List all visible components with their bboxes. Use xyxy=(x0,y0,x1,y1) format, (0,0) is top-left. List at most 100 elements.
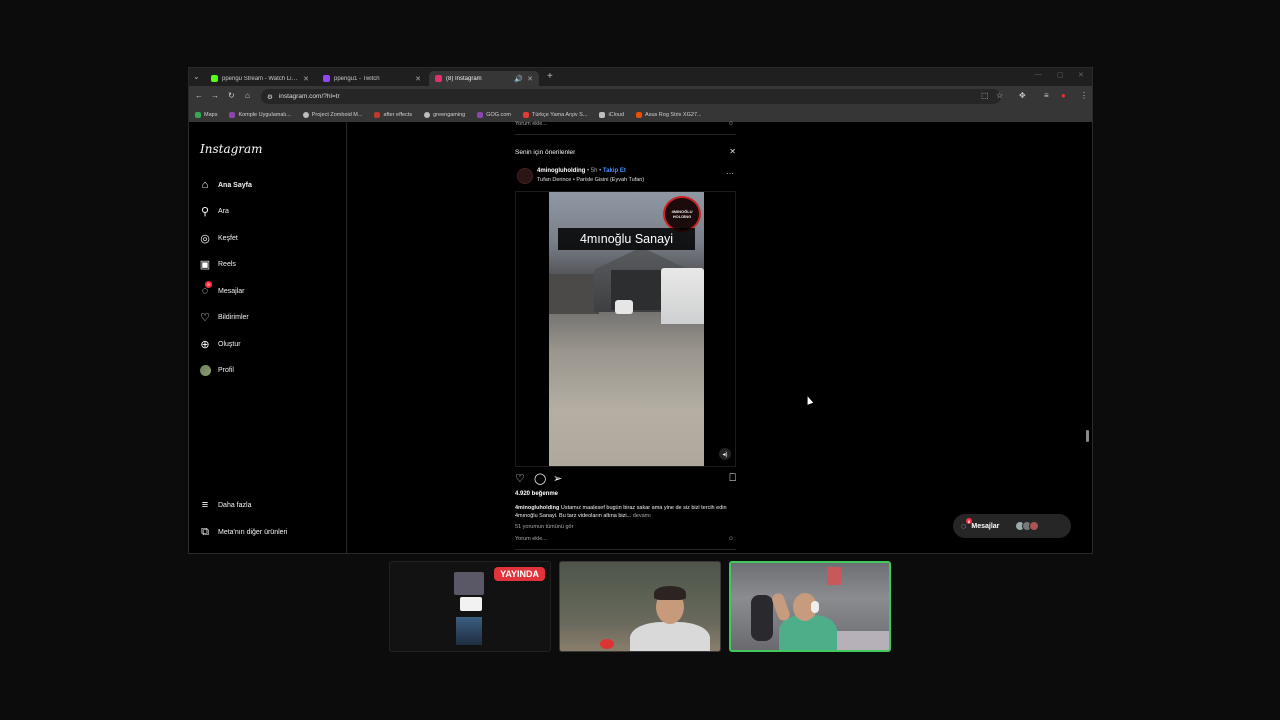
maximize-icon[interactable]: ▢ xyxy=(1057,71,1064,79)
preview-window xyxy=(456,617,482,645)
bookmark-item[interactable]: Asus Rog Strix XG27... xyxy=(636,111,702,118)
minimize-icon[interactable]: — xyxy=(1035,71,1042,78)
mute-icon[interactable]: ◂) xyxy=(719,448,731,460)
avatar xyxy=(1029,521,1040,531)
close-icon[interactable]: ✕ xyxy=(527,75,533,83)
gog-icon xyxy=(477,111,484,118)
caption-more-link[interactable]: devamı xyxy=(633,513,651,519)
messages-pill-label: Mesajlar xyxy=(971,522,1000,530)
close-icon[interactable]: ✕ xyxy=(415,75,421,83)
home-icon: ⌂ xyxy=(201,179,209,191)
like-heart-icon[interactable]: ♡ xyxy=(515,472,525,485)
address-bar[interactable]: ⚙ instagram.com/?hl=tr xyxy=(261,89,1001,104)
kick-favicon-icon xyxy=(211,75,218,82)
more-options-icon[interactable]: ··· xyxy=(726,169,734,178)
bookmark-item[interactable]: Komple Uygulamalı... xyxy=(229,111,291,118)
sidebar-item-label: Profil xyxy=(218,366,234,374)
instagram-logo[interactable]: Instagram xyxy=(200,142,263,156)
bookmark-item[interactable]: Türkçe Yama Arşiv S... xyxy=(523,111,587,118)
messages-pill-button[interactable]: ◌ 8 Mesajlar xyxy=(953,514,1071,538)
comment-input[interactable]: Yorum ekle... xyxy=(515,536,547,542)
sidebar-item-profile[interactable]: Profil xyxy=(199,363,234,377)
comment-icon[interactable]: ◯ xyxy=(534,472,546,485)
notification-badge: 8 xyxy=(966,518,972,524)
profile-icon[interactable]: ● xyxy=(1061,91,1066,100)
close-window-icon[interactable]: ✕ xyxy=(1078,71,1084,79)
emoji-icon[interactable]: ☺ xyxy=(728,536,734,542)
webcam-person xyxy=(630,622,710,651)
emoji-icon[interactable]: ☺ xyxy=(728,121,734,127)
bookmark-item[interactable]: Maps xyxy=(195,111,217,118)
media-control-icon[interactable]: ≡ xyxy=(1044,91,1049,100)
post-header: 4minogluholding • 5h • Takip Et xyxy=(537,168,626,174)
post-media[interactable]: 4MINOĞLU HOLDİNG 4mınoğlu Sanayi ◂) xyxy=(515,191,736,467)
sidebar-item-notifications[interactable]: ♡ Bildirimler xyxy=(199,310,249,324)
bookmark-star-icon[interactable]: ☆ xyxy=(996,91,1003,100)
feed: Yorum ekle... ☺ Senin için önerilenler ✕… xyxy=(515,121,736,553)
comment-input-previous[interactable]: Yorum ekle... xyxy=(515,121,547,127)
sidebar-item-label: Oluştur xyxy=(218,340,241,348)
like-count[interactable]: 4.920 beğenme xyxy=(515,491,558,497)
instagram-sidebar: Instagram ⌂ Ana Sayfa ⚲ Ara ◎ Keşfet ▣ R… xyxy=(189,122,347,553)
video-scene xyxy=(549,274,599,314)
install-app-icon[interactable]: ⬚ xyxy=(981,91,989,100)
bookmark-item[interactable]: Project Zomboid M... xyxy=(302,111,362,118)
post-caption: 4minogluholding Ustamız maalesef bugün b… xyxy=(515,504,736,520)
heart-icon: ♡ xyxy=(200,311,210,324)
instagram-favicon-icon xyxy=(435,75,442,82)
sidebar-item-label: Ana Sayfa xyxy=(218,181,252,189)
bookmark-item[interactable]: GOG.com xyxy=(477,111,511,118)
sidebar-item-label: Reels xyxy=(218,260,236,268)
share-icon[interactable]: ➢ xyxy=(553,472,562,485)
bookmark-label: after effects xyxy=(383,111,413,118)
video-scene xyxy=(661,268,704,324)
site-info-icon[interactable]: ⚙ xyxy=(267,93,273,101)
forward-icon[interactable]: → xyxy=(211,91,219,100)
bookmark-item[interactable]: iCloud xyxy=(599,111,624,118)
bookmark-item[interactable]: after effects xyxy=(374,111,413,118)
follow-button[interactable]: Takip Et xyxy=(603,168,626,174)
video-scene xyxy=(615,300,633,314)
post-username[interactable]: 4minogluholding xyxy=(537,168,585,174)
sidebar-item-create[interactable]: ⊕ Oluştur xyxy=(199,337,241,351)
close-icon[interactable]: ✕ xyxy=(729,147,736,156)
sidebar-item-label: Bildirimler xyxy=(218,313,249,321)
sidebar-item-search[interactable]: ⚲ Ara xyxy=(199,204,229,218)
caption-username[interactable]: 4minogluholding xyxy=(515,505,559,511)
tab-instagram[interactable]: (8) Instagram 🔊 ✕ xyxy=(429,71,539,86)
webcam-streamer-2 xyxy=(729,561,891,652)
post-audio[interactable]: Tufan Derince • Parisle Gisini (Eyvah Tu… xyxy=(537,177,644,183)
maps-icon xyxy=(195,111,201,118)
sidebar-item-explore[interactable]: ◎ Keşfet xyxy=(199,231,238,245)
tab-bar: ⌄ ppengu Stream - Watch Live o ✕ ppengu1… xyxy=(189,68,1092,86)
sidebar-item-reels[interactable]: ▣ Reels xyxy=(199,257,236,271)
sidebar-item-more[interactable]: ≡ Daha fazla xyxy=(199,498,252,512)
new-tab-button[interactable]: + xyxy=(547,71,553,82)
back-icon[interactable]: ← xyxy=(195,91,203,100)
sidebar-item-messages[interactable]: ◌ 8 Mesajlar xyxy=(199,281,244,298)
speaker-icon[interactable]: 🔊 xyxy=(514,75,523,83)
bookmark-item[interactable]: greengaming xyxy=(424,111,466,118)
tab-kick[interactable]: ppengu Stream - Watch Live o ✕ xyxy=(205,71,315,86)
tab-twitch[interactable]: ppengu1 - Twitch ✕ xyxy=(317,71,427,86)
scrollbar-thumb[interactable] xyxy=(1086,430,1089,442)
live-badge: YAYINDA xyxy=(494,567,545,581)
home-icon[interactable]: ⌂ xyxy=(245,91,250,100)
tab-search-icon[interactable]: ⌄ xyxy=(193,72,200,81)
bookmark-label: greengaming xyxy=(433,111,466,118)
close-icon[interactable]: ✕ xyxy=(303,75,309,83)
reel-video[interactable]: 4MINOĞLU HOLDİNG 4mınoğlu Sanayi xyxy=(549,192,704,466)
tab-title: (8) Instagram xyxy=(446,75,482,82)
sidebar-item-home[interactable]: ⌂ Ana Sayfa xyxy=(199,178,252,192)
menu-icon[interactable]: ⋮ xyxy=(1080,91,1088,100)
view-comments-link[interactable]: 51 yorumun tümünü gör xyxy=(515,524,573,530)
save-bookmark-icon[interactable]: ⎕ xyxy=(729,472,736,485)
reels-icon: ▣ xyxy=(199,258,211,271)
stream-preview-screen: YAYINDA xyxy=(389,561,551,652)
page-scrollbar[interactable] xyxy=(1086,124,1090,553)
sidebar-item-meta[interactable]: ⧉ Meta'nın diğer ürünleri xyxy=(199,525,287,539)
reload-icon[interactable]: ↻ xyxy=(228,91,235,100)
twitch-favicon-icon xyxy=(323,75,330,82)
post-avatar[interactable] xyxy=(517,168,533,184)
extensions-icon[interactable]: ✥ xyxy=(1019,91,1026,100)
